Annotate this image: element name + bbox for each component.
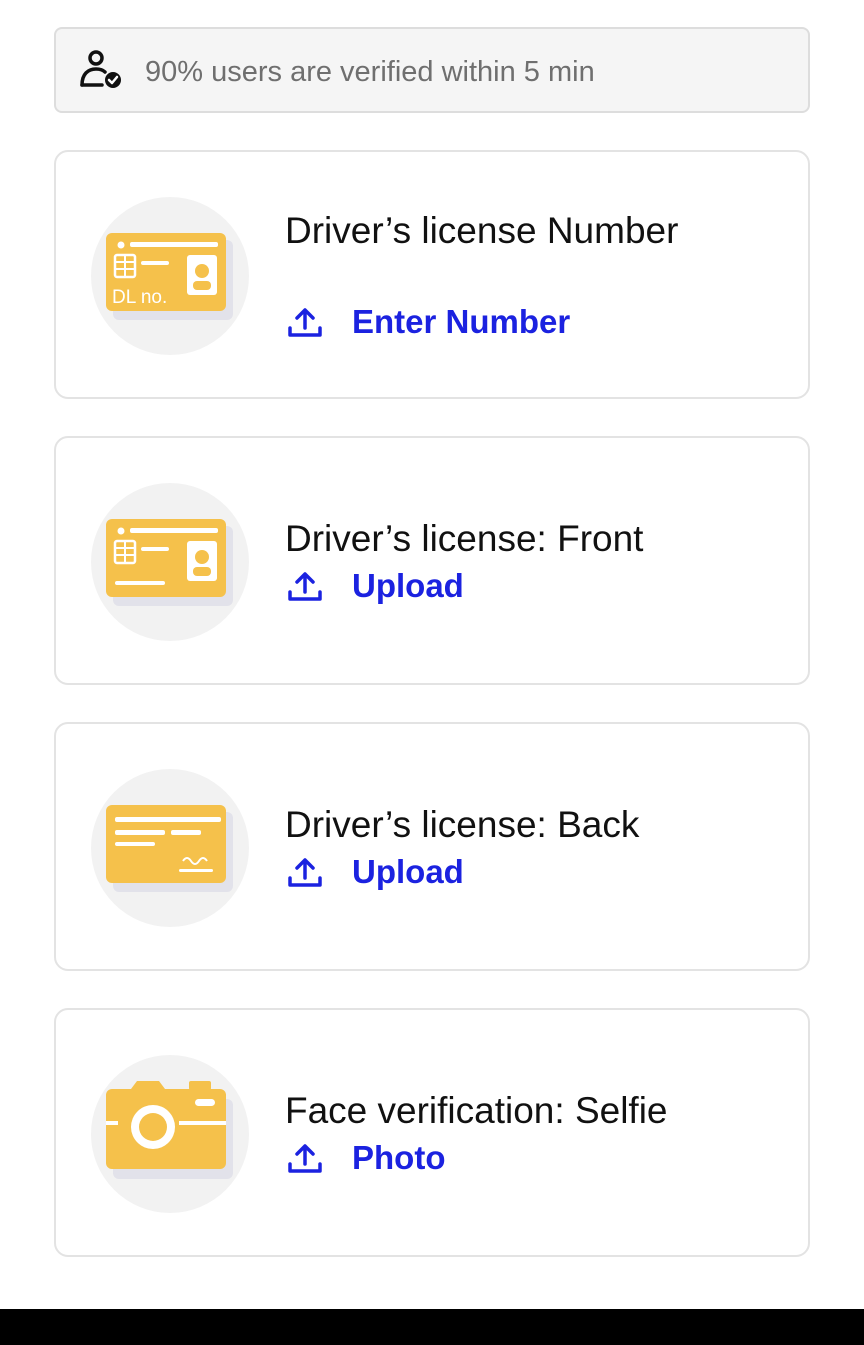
card-title: Driver’s license Number bbox=[285, 210, 679, 251]
icon-circle bbox=[91, 483, 249, 641]
banner-text: 90% users are verified within 5 min bbox=[145, 56, 595, 88]
icon-circle bbox=[91, 1055, 249, 1213]
user-verified-icon bbox=[80, 50, 121, 88]
upload-back-button[interactable]: Upload bbox=[287, 852, 464, 892]
upload-front-button[interactable]: Upload bbox=[287, 566, 464, 606]
card-title: Driver’s license: Back bbox=[285, 804, 640, 845]
card-title: Face verification: Selfie bbox=[285, 1090, 668, 1131]
icon-circle bbox=[91, 769, 249, 927]
action-label: Upload bbox=[352, 853, 464, 890]
camera-icon bbox=[106, 1081, 233, 1179]
license-number-card[interactable]: DL no. Driver’s license Number Enter Num… bbox=[54, 150, 810, 399]
license-back-card-icon bbox=[106, 805, 233, 892]
license-number-card-icon: DL no. bbox=[106, 233, 233, 320]
dl-no-label: DL no. bbox=[112, 287, 167, 308]
upload-icon bbox=[288, 308, 322, 337]
action-label: Upload bbox=[352, 567, 464, 604]
license-back-card[interactable]: Driver’s license: Back Upload bbox=[54, 722, 810, 971]
action-label: Enter Number bbox=[352, 303, 571, 340]
card-title: Driver’s license: Front bbox=[285, 518, 644, 559]
upload-icon bbox=[288, 858, 322, 887]
system-navigation-bar bbox=[0, 1309, 864, 1345]
license-front-card[interactable]: Driver’s license: Front Upload bbox=[54, 436, 810, 685]
license-front-card-icon bbox=[106, 519, 233, 606]
action-label: Photo bbox=[352, 1139, 446, 1176]
verification-time-banner: 90% users are verified within 5 min bbox=[54, 27, 810, 113]
take-photo-button[interactable]: Photo bbox=[287, 1138, 445, 1178]
selfie-card[interactable]: Face verification: Selfie Photo bbox=[54, 1008, 810, 1257]
icon-circle: DL no. bbox=[91, 197, 249, 355]
upload-icon bbox=[288, 572, 322, 601]
upload-icon bbox=[288, 1144, 322, 1173]
enter-number-button[interactable]: Enter Number bbox=[287, 302, 570, 342]
